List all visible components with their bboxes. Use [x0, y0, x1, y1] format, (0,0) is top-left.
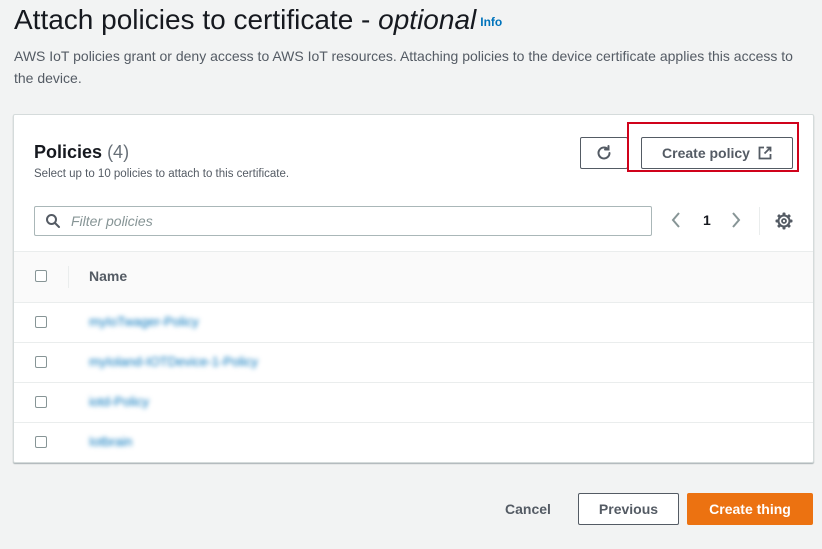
filter-policies-search[interactable]	[34, 206, 652, 236]
policy-count: (4)	[107, 142, 130, 162]
page-title-optional: optional	[378, 4, 477, 35]
refresh-button[interactable]	[580, 137, 628, 169]
cancel-button[interactable]: Cancel	[505, 501, 551, 517]
chevron-right-icon[interactable]	[730, 211, 742, 229]
table-row[interactable]: myIoland-IOTDevice-1-Policy	[14, 342, 813, 383]
page-number[interactable]: 1	[703, 212, 711, 228]
panel-title: Policies (4)	[34, 142, 129, 163]
chevron-left-icon[interactable]	[670, 211, 682, 229]
policy-name-link[interactable]: iotd-Policy	[89, 394, 149, 409]
previous-button[interactable]: Previous	[578, 493, 679, 525]
column-divider	[68, 266, 69, 288]
table-header: Name	[14, 251, 813, 303]
panel-subtitle: Select up to 10 policies to attach to th…	[34, 168, 290, 180]
column-header-name[interactable]: Name	[89, 268, 127, 284]
create-thing-button[interactable]: Create thing	[687, 493, 813, 525]
policy-name-link[interactable]: myIoTwager-Policy	[89, 314, 199, 329]
page-title-text: Attach policies to certificate -	[14, 4, 379, 35]
policies-panel: Policies (4) Select up to 10 policies to…	[13, 114, 814, 463]
policy-name-link[interactable]: Iotbrain	[89, 434, 132, 449]
search-icon	[45, 213, 61, 229]
table-row[interactable]: myIoTwager-Policy	[14, 302, 813, 343]
page-description: AWS IoT policies grant or deny access to…	[14, 48, 793, 86]
table-row[interactable]: Iotbrain	[14, 422, 813, 462]
create-policy-button[interactable]: Create policy	[641, 137, 793, 169]
search-input[interactable]	[69, 212, 633, 230]
policy-name-link[interactable]: myIoland-IOTDevice-1-Policy	[89, 354, 258, 369]
row-checkbox[interactable]	[35, 316, 47, 328]
gear-icon[interactable]	[775, 212, 793, 230]
row-checkbox[interactable]	[35, 396, 47, 408]
select-all-checkbox[interactable]	[35, 270, 47, 282]
row-checkbox[interactable]	[35, 356, 47, 368]
table-row[interactable]: iotd-Policy	[14, 382, 813, 423]
create-policy-label: Create policy	[662, 145, 750, 161]
external-link-icon	[758, 146, 772, 160]
info-link[interactable]: Info	[480, 15, 502, 29]
panel-title-text: Policies	[34, 142, 103, 162]
page-title: Attach policies to certificate - optiona…	[14, 4, 502, 36]
row-checkbox[interactable]	[35, 436, 47, 448]
refresh-icon	[595, 144, 613, 162]
pager-divider	[759, 207, 760, 235]
